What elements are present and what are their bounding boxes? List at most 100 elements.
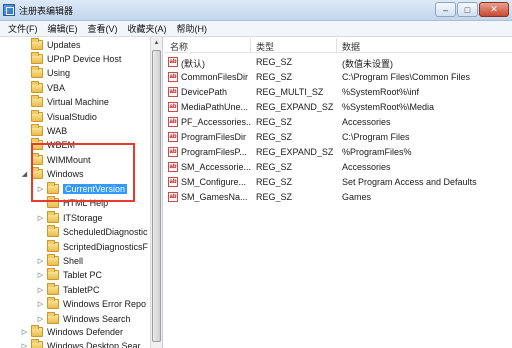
registry-value-row[interactable]: ab CommonFilesDir REG_SZ C:\Program Files\C… [164,70,512,85]
value-type: REG_SZ [256,177,293,187]
value-data: C:\Program Files\Common Files [342,72,471,82]
tree-node[interactable]: HTML Help [36,196,108,210]
registry-value-row[interactable]: ab DevicePath REG_MULTI_SZ %SystemRoot%\inf [164,85,512,100]
menu-favorites[interactable]: 收藏夹(A) [123,22,172,35]
registry-value-row[interactable]: ab SM_Configure... REG_SZ Set Program Acces… [164,175,512,190]
tree-node-label: CurrentVersion [63,184,128,194]
value-type: REG_EXPAND_SZ [256,102,334,112]
collapse-arrow-icon[interactable]: ◢ [20,170,29,179]
tree-node-label: VisualStudio [47,112,97,122]
scrollbar-thumb[interactable] [152,50,161,342]
tree-node[interactable]: VBA [20,81,65,95]
registry-editor-icon [3,4,15,16]
tree-node[interactable]: Updates [20,38,81,52]
expand-arrow-icon[interactable]: ▷ [36,214,45,223]
tree-node-label: ITStorage [63,213,103,223]
string-value-icon: ab [168,102,178,112]
expand-arrow-icon[interactable] [20,156,29,165]
expand-arrow-icon[interactable]: ▷ [36,271,45,280]
tree-node[interactable]: ▷ Windows Error Repo [36,297,146,311]
expand-arrow-icon[interactable]: ▷ [36,315,45,324]
tree-node-label: WIMMount [47,155,91,165]
expand-arrow-icon[interactable] [36,199,45,208]
string-value-icon: ab [168,192,178,202]
menu-help[interactable]: 帮助(H) [172,22,213,35]
tree-scrollbar[interactable]: ▲ [150,37,162,348]
tree-node[interactable]: VisualStudio [20,110,97,124]
tree-node-label: WAB [47,126,68,136]
expand-arrow-icon[interactable] [20,141,29,150]
expand-arrow-icon[interactable]: ▷ [36,257,45,266]
expand-arrow-icon[interactable] [20,55,29,64]
expand-arrow-icon[interactable] [20,41,29,50]
tree-node[interactable]: WAB [20,124,67,138]
tree-node[interactable]: ▷ Windows Defender [20,325,123,339]
folder-icon [31,110,43,122]
registry-value-row[interactable]: ab SM_Accessorie... REG_SZ Accessories [164,160,512,175]
column-divider[interactable] [250,38,251,52]
tree-node[interactable]: UPnP Device Host [20,52,121,66]
value-type: REG_SZ [256,132,293,142]
tree-node[interactable]: ScriptedDiagnosticsF [36,240,148,254]
tree-node[interactable]: WBEM [20,138,75,152]
expand-arrow-icon[interactable] [20,127,29,136]
expand-arrow-icon[interactable] [20,98,29,107]
tree-node-label: Windows Error Repo [63,299,147,309]
expand-arrow-icon[interactable] [20,113,29,122]
tree-node[interactable]: ▷ TabletPC [36,283,100,297]
tree-node-label: Windows [47,169,84,179]
expand-arrow-icon[interactable] [36,243,45,252]
registry-key-tree[interactable]: Updates UPnP Device Host Using VBA Virtual M… [0,37,163,348]
registry-value-row[interactable]: ab SM_GamesNa... REG_SZ Games [164,190,512,205]
column-divider[interactable] [336,38,337,52]
tree-node-label: ScriptedDiagnosticsF [63,242,149,252]
maximize-button[interactable]: □ [457,2,478,17]
registry-value-row[interactable]: ab MediaPathUne... REG_EXPAND_SZ %SystemRoo… [164,100,512,115]
value-type: REG_EXPAND_SZ [256,147,334,157]
tree-node[interactable]: Using [20,66,70,80]
value-data: Games [342,192,372,202]
expand-arrow-icon[interactable]: ▷ [36,300,45,309]
value-name: PF_Accessories... [181,117,251,127]
expand-arrow-icon[interactable] [20,69,29,78]
tree-node[interactable]: ▷ Windows Search [36,312,131,326]
column-header-data[interactable]: 数据 [342,40,360,53]
expand-arrow-icon[interactable]: ▷ [36,185,45,194]
value-type: REG_SZ [256,72,293,82]
value-name: MediaPathUne... [181,102,249,112]
scroll-up-arrow-icon[interactable]: ▲ [151,37,162,49]
folder-icon [31,52,43,64]
registry-value-row[interactable]: ab PF_Accessories... REG_SZ Accessories [164,115,512,130]
folder-icon [47,240,59,252]
menu-edit[interactable]: 编辑(E) [43,22,83,35]
column-header-name[interactable]: 名称 [170,40,188,53]
menu-view[interactable]: 查看(V) [83,22,123,35]
value-name: ProgramFilesP... [181,147,247,157]
folder-icon [47,297,59,309]
close-button[interactable]: ✕ [479,2,509,17]
expand-arrow-icon[interactable] [36,228,45,237]
tree-node[interactable]: ▷ Shell [36,254,83,268]
value-type: REG_SZ [256,117,293,127]
value-data: %ProgramFiles% [342,147,412,157]
column-header-type[interactable]: 类型 [256,40,274,53]
tree-node[interactable]: ScheduledDiagnostic [36,225,148,239]
value-name: (默认) [181,59,205,69]
tree-node[interactable]: ◢ Windows [20,167,84,181]
tree-node[interactable]: ▷ Windows Desktop Sear [20,339,141,348]
tree-node[interactable]: ▷ ITStorage [36,211,103,225]
tree-node[interactable]: ▷ CurrentVersion [36,182,128,196]
expand-arrow-icon[interactable] [20,84,29,93]
registry-value-row[interactable]: ab ProgramFilesP... REG_EXPAND_SZ %ProgramF… [164,145,512,160]
expand-arrow-icon[interactable]: ▷ [20,328,29,337]
tree-node[interactable]: Virtual Machine [20,95,109,109]
title-bar: 注册表编辑器 – □ ✕ [0,0,512,21]
registry-value-row[interactable]: ab (默认) REG_SZ (数值未设置) [164,55,512,70]
tree-node[interactable]: WIMMount [20,153,91,167]
menu-file[interactable]: 文件(F) [3,22,43,35]
minimize-button[interactable]: – [435,2,456,17]
tree-node[interactable]: ▷ Tablet PC [36,268,102,282]
expand-arrow-icon[interactable]: ▷ [36,286,45,295]
expand-arrow-icon[interactable]: ▷ [20,342,29,348]
registry-value-row[interactable]: ab ProgramFilesDir REG_SZ C:\Program Files [164,130,512,145]
